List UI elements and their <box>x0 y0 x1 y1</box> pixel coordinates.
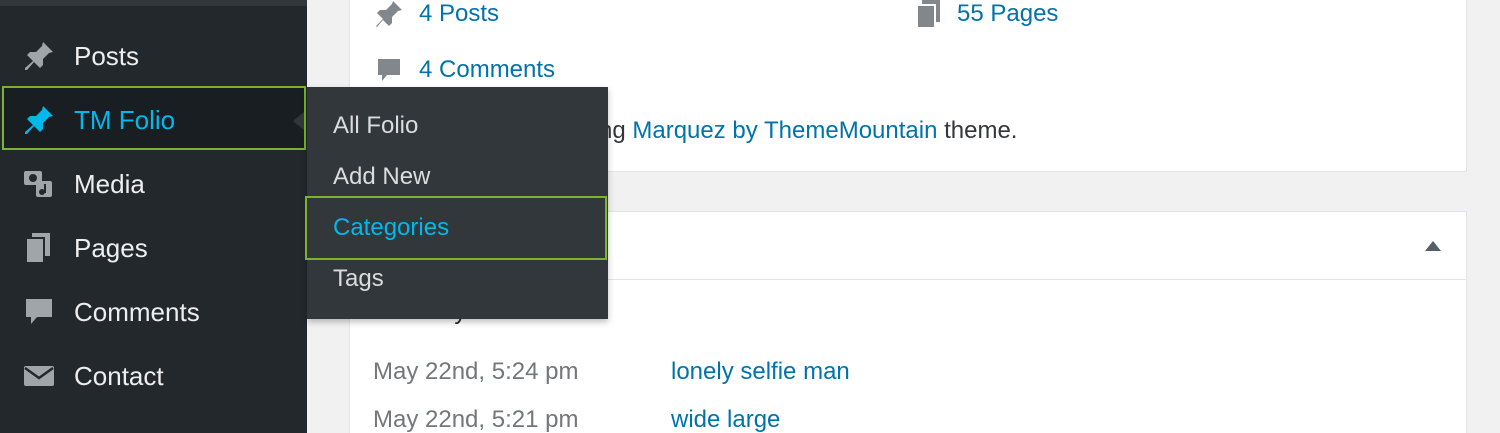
collapse-arrow-icon[interactable] <box>1425 241 1441 251</box>
activity-post-link[interactable]: lonely selfie man <box>671 358 850 386</box>
active-item-notch <box>293 112 304 130</box>
glance-comments[interactable]: 4 Comments <box>373 54 555 86</box>
pages-count-link[interactable]: 55 Pages <box>957 0 1058 28</box>
pages-icon <box>25 233 50 264</box>
pin-icon <box>376 1 402 27</box>
theme-info: ng Marquez by ThemeMountain theme. <box>599 117 1017 145</box>
activity-date: May 22nd, 5:24 pm <box>373 358 579 385</box>
pin-icon <box>25 42 53 70</box>
sidebar-item-label: Contact <box>74 360 164 391</box>
envelope-icon <box>24 366 54 386</box>
sidebar-item-media[interactable]: Media <box>0 152 307 216</box>
theme-suffix: theme. <box>937 117 1018 144</box>
sidebar-item-label: Media <box>74 168 145 199</box>
sidebar-item-tm-folio[interactable]: TM Folio <box>0 88 307 152</box>
posts-count-link[interactable]: 4 Posts <box>419 0 499 28</box>
submenu-highlight <box>305 196 607 260</box>
comment-icon <box>26 299 52 324</box>
activity-post-link[interactable]: wide large <box>671 406 780 433</box>
sidebar-item-label: Pages <box>74 232 148 263</box>
sidebar-item-label: Posts <box>74 40 140 71</box>
sidebar-item-label: TM Folio <box>74 104 176 135</box>
media-icon <box>24 171 52 197</box>
sidebar-item-pages[interactable]: Pages <box>0 216 307 280</box>
sidebar-top-strip <box>0 0 307 6</box>
pin-icon <box>25 106 53 134</box>
pages-icon <box>916 0 940 29</box>
theme-link[interactable]: Marquez by ThemeMountain <box>632 117 937 144</box>
sidebar-item-posts[interactable]: Posts <box>0 24 307 88</box>
submenu-item-all-folio[interactable]: All Folio <box>333 112 418 140</box>
sidebar-item-label: Comments <box>74 296 200 327</box>
sidebar-item-comments[interactable]: Comments <box>0 280 307 344</box>
submenu-item-tags[interactable]: Tags <box>333 265 384 293</box>
glance-pages[interactable]: 55 Pages <box>913 0 1058 30</box>
activity-date: May 22nd, 5:21 pm <box>373 406 579 433</box>
glance-posts[interactable]: 4 Posts <box>373 0 499 30</box>
submenu-item-add-new[interactable]: Add New <box>333 163 430 191</box>
sidebar-item-contact[interactable]: Contact <box>0 344 307 408</box>
comments-count-link[interactable]: 4 Comments <box>419 56 555 84</box>
comment-icon <box>378 59 400 81</box>
admin-sidebar: Posts TM Folio Media Pages Comments Cont… <box>0 0 307 433</box>
